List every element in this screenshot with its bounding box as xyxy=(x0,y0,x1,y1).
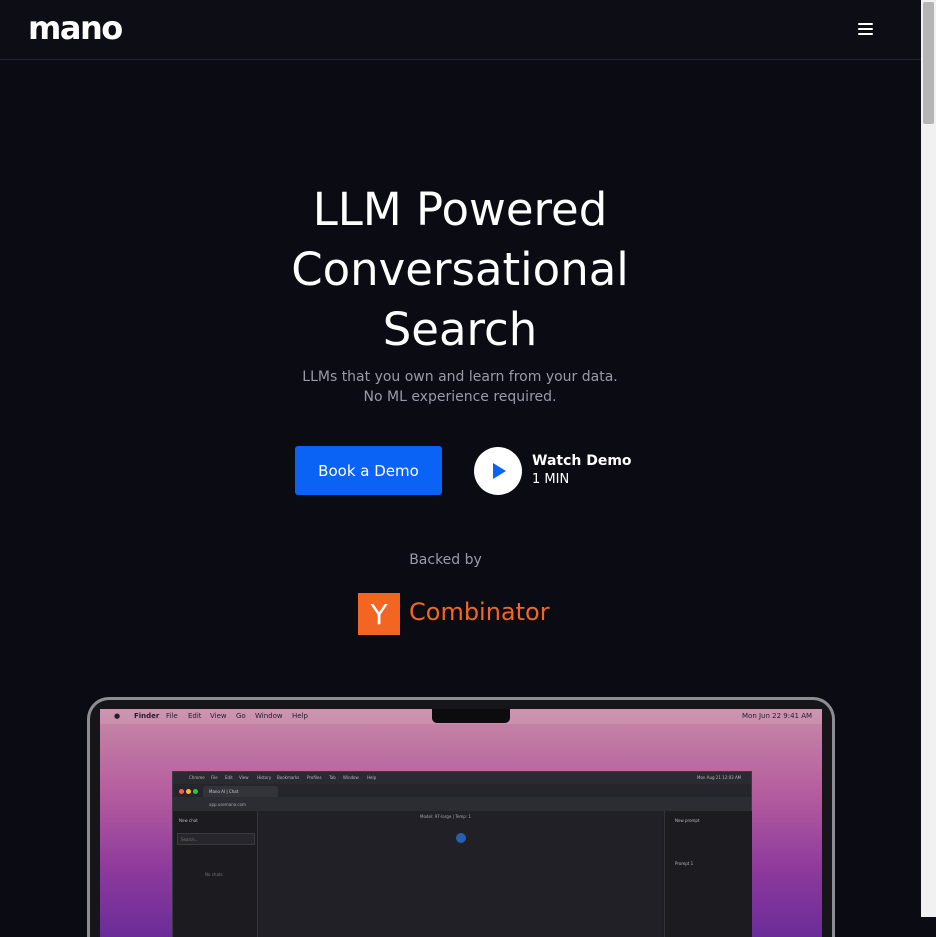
watch-demo-link[interactable]: Watch Demo 1 MIN xyxy=(474,447,634,495)
hero-subtitle-line-1: LLMs that you own and learn from your da… xyxy=(302,369,618,385)
browser-menu-edit: Edit xyxy=(225,775,233,780)
chat-sidebar: New chat Search... No chats xyxy=(173,811,258,937)
no-chats-label: No chats xyxy=(205,872,223,877)
browser-tab-strip: Mano AI | Chat xyxy=(173,784,751,797)
hero-subtitle-line-2: No ML experience required. xyxy=(363,389,557,405)
camera-notch xyxy=(432,709,510,723)
play-button[interactable] xyxy=(474,447,522,495)
browser-menu-view: View xyxy=(239,775,249,780)
book-demo-button[interactable]: Book a Demo xyxy=(295,446,442,495)
backed-by-label: Backed by xyxy=(409,552,482,568)
browser-url: app.usemano.com xyxy=(209,802,246,807)
chat-main-panel: Model: 97-large | Temp: 1 xyxy=(258,811,663,937)
play-icon xyxy=(493,463,506,479)
prompt-item: Prompt 1 xyxy=(675,861,694,866)
browser-menu-profiles: Profiles xyxy=(307,775,322,780)
laptop-screen: ● Finder File Edit View Go Window Help M… xyxy=(100,709,822,937)
browser-tab-title: Mano AI | Chat xyxy=(209,789,239,794)
mac-clock: Mon Jun 22 9:41 AM xyxy=(742,712,813,720)
laptop-product-screenshot: ● Finder File Edit View Go Window Help M… xyxy=(87,697,835,937)
close-window-icon xyxy=(179,789,184,794)
browser-menu-bookmarks: Bookmarks xyxy=(277,775,300,780)
watch-demo-title: Watch Demo xyxy=(532,453,632,469)
browser-address-bar: app.usemano.com xyxy=(173,797,751,811)
prompt-sidebar: New prompt Prompt 1 xyxy=(664,811,752,937)
y-combinator-logo: Y Combinator xyxy=(358,593,558,635)
mac-menu-edit: Edit xyxy=(188,712,202,720)
browser-window: Chrome File Edit View History Bookmarks … xyxy=(172,771,752,937)
watch-demo-length: 1 MIN xyxy=(532,472,570,487)
scrollbar-thumb[interactable] xyxy=(923,2,934,124)
mac-menu-file: File xyxy=(166,712,178,720)
browser-clock: Mon Aug 21 12:03 AM xyxy=(697,775,742,780)
hero-subtitle: LLMs that you own and learn from your da… xyxy=(230,367,690,407)
mano-chat-icon xyxy=(456,833,466,843)
browser-menu-help: Help xyxy=(367,775,377,780)
top-navbar: mano xyxy=(0,0,921,60)
browser-menu-chrome: Chrome xyxy=(189,775,205,780)
browser-menu-history: History xyxy=(257,775,272,780)
page-scrollbar[interactable] xyxy=(921,0,936,917)
mac-menu-help: Help xyxy=(292,712,308,720)
new-prompt-label: New prompt xyxy=(675,818,700,823)
minimize-window-icon xyxy=(186,789,191,794)
hero-title: LLM Powered Conversational Search xyxy=(291,183,629,356)
chat-search-placeholder: Search... xyxy=(181,837,199,842)
new-chat-label: New chat xyxy=(179,818,198,823)
yc-logo-text: Combinator xyxy=(409,598,550,626)
maximize-window-icon xyxy=(193,789,198,794)
mac-menu-window: Window xyxy=(255,712,283,720)
mac-menu-finder: Finder xyxy=(134,712,160,720)
apple-icon: ● xyxy=(114,712,121,720)
browser-menu-bar: Chrome File Edit View History Bookmarks … xyxy=(173,772,751,784)
yc-logo-mark: Y xyxy=(358,593,400,635)
chat-search-box: Search... xyxy=(177,833,255,845)
mano-logo[interactable]: mano xyxy=(28,9,123,47)
browser-tab: Mano AI | Chat xyxy=(203,786,278,797)
mac-menu-view: View xyxy=(210,712,227,720)
browser-menu-file: File xyxy=(211,775,218,780)
model-settings-label: Model: 97-large | Temp: 1 xyxy=(420,814,472,819)
browser-menu-window: Window xyxy=(343,775,359,780)
hamburger-menu-icon[interactable] xyxy=(858,20,878,40)
mac-menu-go: Go xyxy=(236,712,246,720)
browser-menu-tab: Tab xyxy=(329,775,336,780)
